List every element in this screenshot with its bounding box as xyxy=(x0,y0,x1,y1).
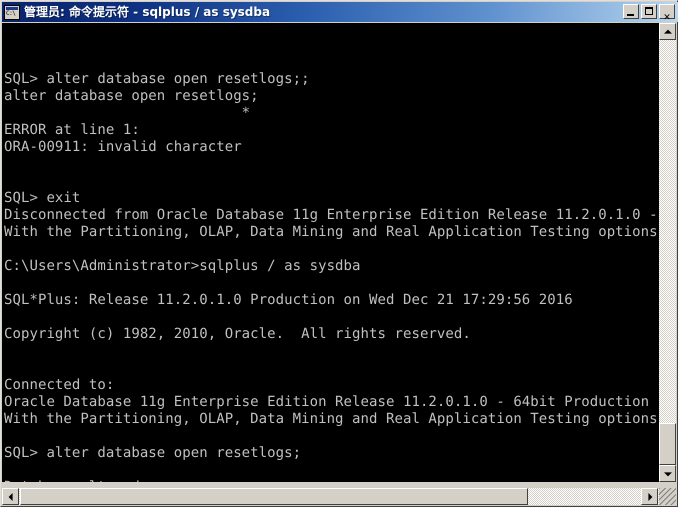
close-icon: ✕ xyxy=(663,12,671,23)
terminal-text: SQL> alter database open resetlogs;; alt… xyxy=(4,71,658,482)
scroll-up-button[interactable] xyxy=(659,23,676,40)
minimize-icon xyxy=(627,14,634,16)
window-title: 管理员: 命令提示符 - sqlplus / as sysdba xyxy=(24,5,271,19)
console-icon[interactable] xyxy=(4,4,20,20)
console-window: 管理员: 命令提示符 - sqlplus / as sysdba ✕ SQL> … xyxy=(0,0,678,507)
terminal-output-area[interactable]: SQL> alter database open resetlogs;; alt… xyxy=(2,23,661,482)
window-buttons: ✕ xyxy=(623,4,675,22)
title-bar[interactable]: 管理员: 命令提示符 - sqlplus / as sysdba ✕ xyxy=(2,2,678,22)
maximize-button[interactable] xyxy=(641,4,657,19)
vertical-scrollbar-thumb[interactable] xyxy=(659,423,676,465)
scroll-right-button[interactable] xyxy=(641,488,658,505)
resize-grip[interactable] xyxy=(659,488,676,505)
horizontal-scrollbar-thumb[interactable] xyxy=(20,488,528,505)
scroll-left-button[interactable] xyxy=(2,488,19,505)
maximize-icon xyxy=(645,7,653,15)
minimize-button[interactable] xyxy=(623,4,639,19)
close-button[interactable]: ✕ xyxy=(659,4,675,22)
vertical-scrollbar-track[interactable] xyxy=(659,23,676,482)
scroll-down-button[interactable] xyxy=(659,465,676,482)
